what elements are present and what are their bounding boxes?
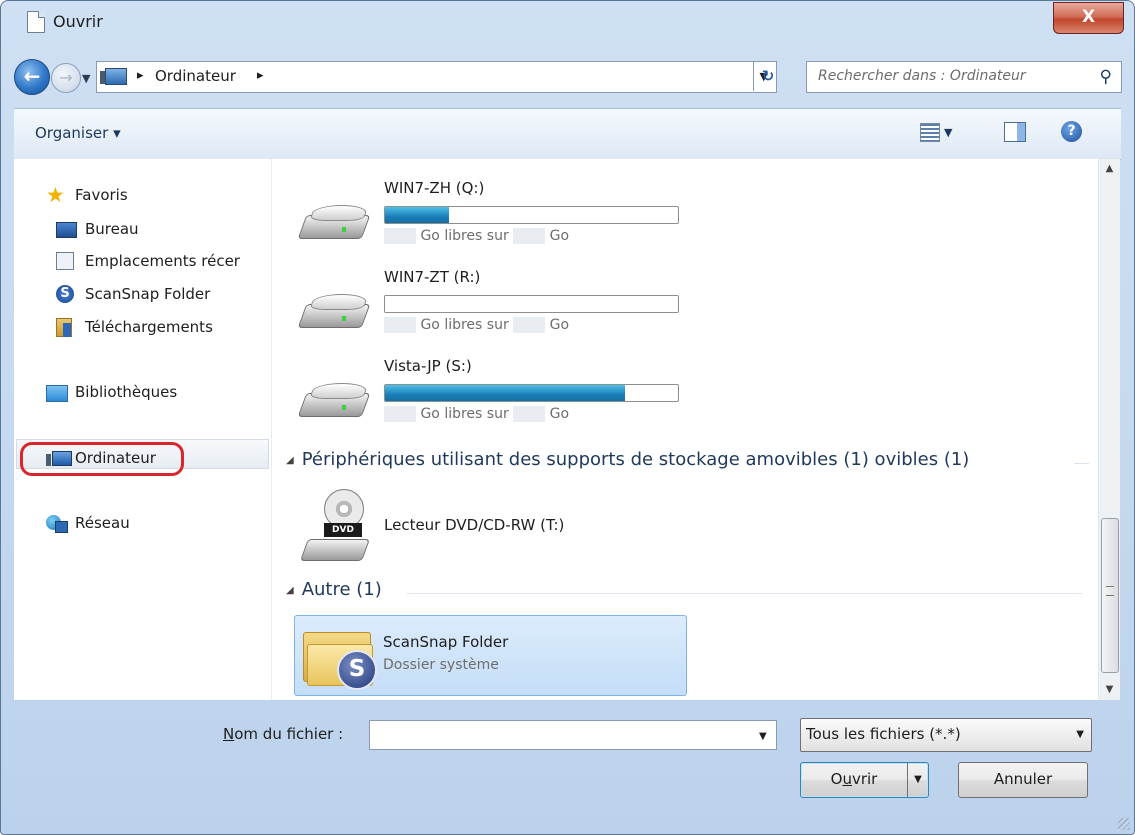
window-title: Ouvrir [53, 12, 103, 31]
nav-item-label: Réseau [75, 514, 130, 532]
breadcrumb-separator-icon[interactable]: ▸ [137, 68, 144, 83]
drive-usage-bar [384, 295, 679, 313]
drive-name: WIN7-ZT (R:) [384, 268, 481, 286]
scansnap-folder-icon: S [303, 624, 377, 690]
search-box[interactable]: Rechercher dans : Ordinateur ⚲ [806, 61, 1122, 93]
close-button[interactable]: X [1053, 2, 1124, 34]
breadcrumb-separator-icon[interactable]: ▸ [257, 68, 264, 83]
drive-item-s[interactable]: Vista-JP (S:) Go libres sur Go [297, 357, 777, 442]
drive-usage-bar [384, 206, 679, 224]
highlight-annotation-ring [20, 442, 184, 476]
open-button[interactable]: Ouvrir ▼ [800, 762, 929, 798]
drive-name: Vista-JP (S:) [384, 357, 472, 375]
file-list: WIN7-ZH (Q:) Go libres sur Go WIN7-ZT (R… [271, 159, 1099, 700]
nav-item-label: Emplacements récer [85, 252, 240, 270]
hard-drive-icon [297, 383, 371, 417]
drive-free-space: Go libres sur Go [384, 228, 569, 244]
file-type-select[interactable]: Tous les fichiers (*.*) ▼ [800, 718, 1092, 752]
forward-arrow-icon: → [59, 68, 73, 87]
organize-menu-button[interactable]: Organiser ▾ [35, 124, 121, 142]
filename-input[interactable] [369, 720, 777, 750]
hard-drive-icon [297, 205, 371, 239]
drive-usage-fill [385, 207, 450, 223]
command-bar: Organiser ▾ ▼ ? [14, 108, 1121, 160]
file-type-dropdown-icon[interactable]: ▼ [1076, 729, 1084, 740]
computer-icon [100, 68, 127, 85]
group-header-removable[interactable]: ◢ Périphériques utilisant des supports de… [286, 449, 969, 470]
dvd-drive-icon: DVD [299, 489, 374, 565]
grip-icon [1106, 586, 1114, 596]
refresh-button[interactable]: ↻ [753, 61, 782, 91]
navigation-pane: ★ Favoris Bureau Emplacements récer S Sc… [14, 159, 271, 700]
title-bar[interactable]: Ouvrir X [1, 1, 1134, 47]
nav-item-label: Téléchargements [85, 318, 213, 336]
resize-grip-icon[interactable] [1118, 818, 1130, 830]
network-icon [46, 515, 68, 533]
refresh-icon: ↻ [761, 67, 775, 85]
libraries-icon [46, 385, 68, 402]
cancel-button[interactable]: Annuler [958, 762, 1088, 798]
forward-button[interactable]: → [51, 63, 81, 93]
nav-item-label: Bibliothèques [75, 383, 178, 401]
nav-item-label: ScanSnap Folder [85, 285, 211, 303]
filename-label: Nom du fichier : [223, 725, 344, 743]
group-divider [407, 593, 1082, 594]
drive-usage-bar [384, 384, 679, 402]
collapse-triangle-icon[interactable]: ◢ [286, 585, 294, 596]
open-file-icon [27, 11, 45, 33]
scansnap-folder-item[interactable]: S ScanSnap Folder Dossier système [294, 615, 687, 696]
navigation-bar: ← → ▼ ▸ Ordinateur ▸ ▼ ↻ Rechercher dans… [1, 53, 1134, 103]
dialog-footer: Nom du fichier : ▼ Tous les fichiers (*.… [14, 701, 1121, 821]
back-button[interactable]: ← [14, 59, 50, 95]
group-header-label: Autre (1) [301, 579, 382, 600]
help-icon[interactable]: ? [1061, 121, 1082, 142]
drive-usage-fill [385, 385, 626, 401]
group-header-other[interactable]: ◢ Autre (1) [286, 579, 382, 600]
change-view-icon[interactable] [920, 123, 940, 142]
filename-dropdown-icon[interactable]: ▼ [759, 731, 767, 742]
star-icon: ★ [46, 183, 65, 207]
drive-item-r[interactable]: WIN7-ZT (R:) Go libres sur Go [297, 268, 777, 353]
collapse-triangle-icon[interactable]: ◢ [286, 455, 294, 466]
file-type-value: Tous les fichiers (*.*) [806, 725, 961, 743]
nav-item-label: Favoris [75, 186, 128, 204]
scroll-up-icon[interactable]: ▲ [1099, 159, 1120, 179]
downloads-icon [56, 318, 72, 337]
hard-drive-icon [297, 294, 371, 328]
breadcrumb-item-computer[interactable]: Ordinateur [155, 67, 236, 85]
recent-pages-dropdown-icon[interactable]: ▼ [82, 72, 90, 85]
open-options-dropdown-icon[interactable]: ▼ [907, 763, 928, 797]
drive-free-space: Go libres sur Go [384, 406, 569, 422]
view-dropdown-icon[interactable]: ▼ [944, 126, 952, 139]
scansnap-icon: S [56, 285, 74, 303]
back-arrow-icon: ← [23, 64, 41, 88]
address-bar[interactable]: ▸ Ordinateur ▸ ▼ [96, 61, 777, 93]
nav-item-label: Bureau [85, 220, 139, 238]
scroll-down-icon[interactable]: ▼ [1099, 680, 1120, 700]
preview-pane-icon[interactable] [1004, 122, 1026, 142]
dvd-drive-name: Lecteur DVD/CD-RW (T:) [384, 516, 565, 534]
search-placeholder: Rechercher dans : Ordinateur [818, 68, 1026, 84]
dvd-drive-item[interactable]: DVD Lecteur DVD/CD-RW (T:) [297, 484, 697, 564]
folder-type: Dossier système [383, 657, 499, 673]
group-divider [1074, 463, 1089, 464]
drive-name: WIN7-ZH (Q:) [384, 179, 485, 197]
search-icon[interactable]: ⚲ [1100, 67, 1112, 87]
folder-name: ScanSnap Folder [383, 633, 509, 651]
vertical-scrollbar[interactable]: ▲ ▼ [1098, 159, 1120, 700]
scrollbar-thumb[interactable] [1101, 518, 1119, 673]
drive-free-space: Go libres sur Go [384, 317, 569, 333]
drive-item-q[interactable]: WIN7-ZH (Q:) Go libres sur Go [297, 179, 777, 264]
desktop-icon [56, 222, 77, 238]
recent-places-icon [56, 252, 74, 270]
open-button-label: Ouvrir [830, 770, 878, 788]
open-dialog: Ouvrir X ← → ▼ ▸ Ordinateur ▸ ▼ ↻ Recher… [0, 0, 1135, 835]
group-header-label: Périphériques utilisant des supports de … [301, 449, 970, 470]
